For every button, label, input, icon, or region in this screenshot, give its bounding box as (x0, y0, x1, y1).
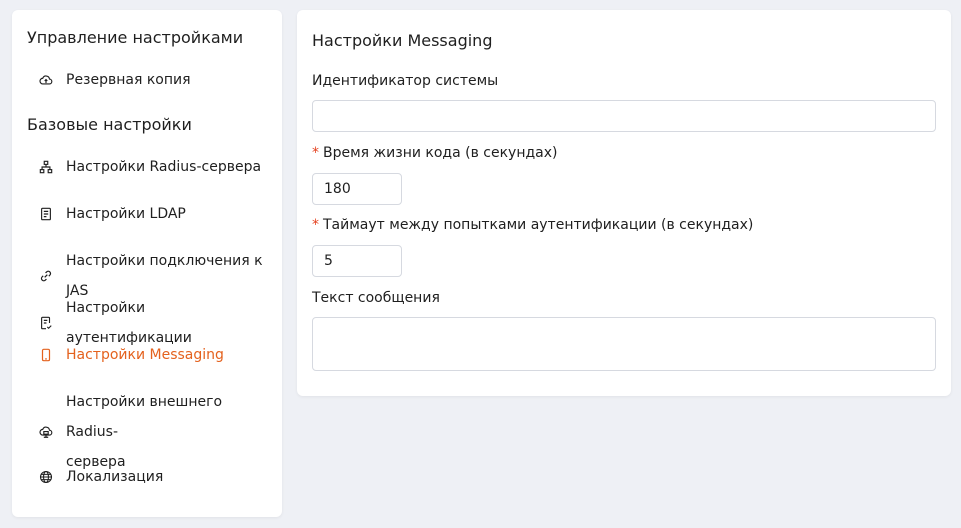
messaging-settings-panel: Настройки Messaging Идентификатор систем… (297, 10, 951, 396)
sidebar-item-backup[interactable]: Резервная копия (38, 65, 272, 95)
link-icon (38, 268, 54, 284)
sidebar-item-radius-server[interactable]: Настройки Radius-сервера (38, 152, 272, 182)
code-ttl-label-text: Время жизни кода (в секундах) (323, 145, 558, 161)
auth-timeout-input[interactable] (312, 245, 402, 277)
document-check-icon (38, 315, 54, 331)
required-mark: * (312, 145, 319, 161)
document-list-icon (38, 206, 54, 222)
sidebar-item-label: Настройки Messaging (66, 347, 224, 363)
sidebar-item-label: Локализация (66, 469, 164, 485)
sidebar-item-label: Настройки внешнего Radius- (66, 394, 223, 440)
code-ttl-input[interactable] (312, 173, 402, 205)
section-title-basic: Базовые настройки (27, 115, 192, 134)
sidebar-item-label: Резервная копия (66, 72, 191, 88)
required-mark: * (312, 217, 319, 233)
globe-icon (38, 469, 54, 485)
sidebar-item-label: Настройки Radius-сервера (66, 159, 262, 175)
sidebar-item-messaging[interactable]: Настройки Messaging (38, 340, 272, 370)
code-ttl-label: * Время жизни кода (в секундах) (312, 143, 558, 163)
sidebar-item-localization[interactable]: Локализация (38, 462, 272, 492)
cloud-server-icon (38, 424, 54, 440)
system-id-label: Идентификатор системы (312, 73, 499, 89)
page-title: Настройки Messaging (312, 31, 493, 50)
auth-timeout-label-text: Таймаут между попытками аутентификации (… (323, 217, 754, 233)
settings-sidebar: Управление настройками Резервная копия Б… (12, 10, 282, 517)
message-text-label: Текст сообщения (312, 290, 440, 306)
section-title-management: Управление настройками (27, 28, 244, 47)
auth-timeout-label: * Таймаут между попытками аутентификации … (312, 215, 753, 235)
sidebar-item-label: Настройки LDAP (66, 206, 186, 222)
system-id-input[interactable] (312, 100, 936, 132)
cloud-backup-icon (38, 72, 54, 88)
sidebar-item-ldap[interactable]: Настройки LDAP (38, 199, 272, 229)
sitemap-icon (38, 159, 54, 175)
mobile-phone-icon (38, 347, 54, 363)
message-text-textarea[interactable] (312, 317, 936, 371)
